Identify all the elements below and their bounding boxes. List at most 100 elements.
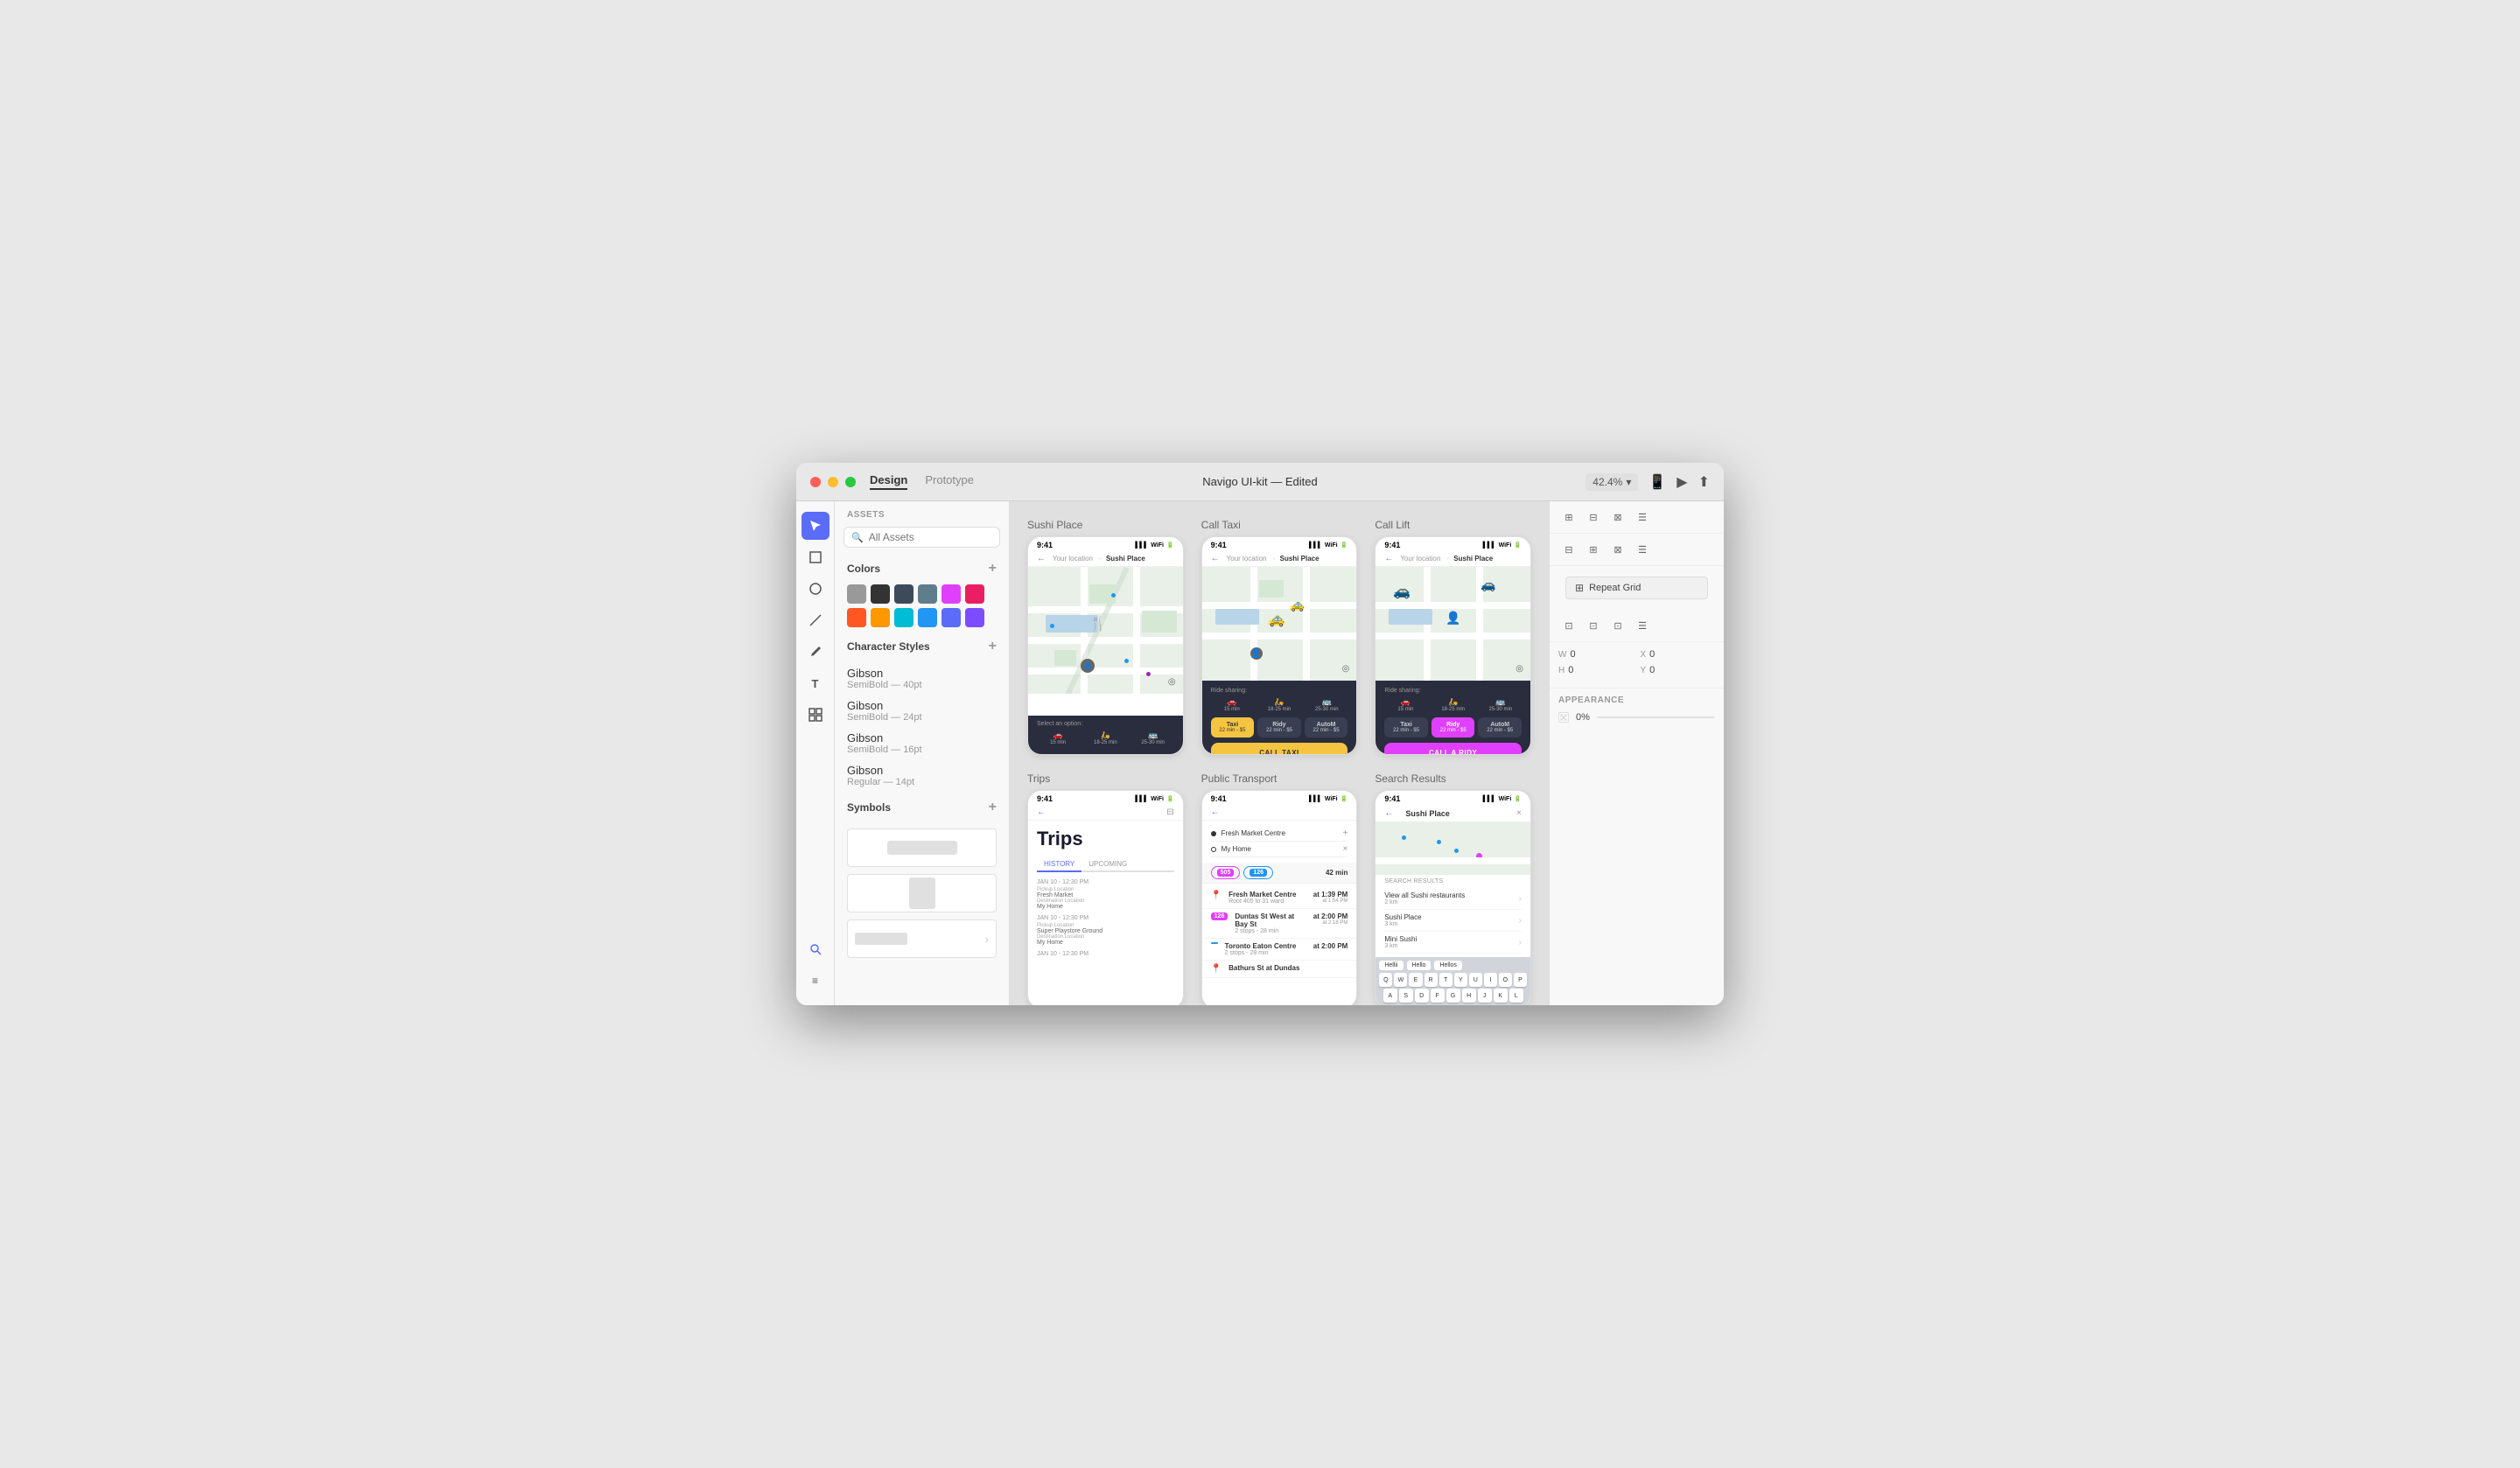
align-left-btn[interactable]: ⊞ <box>1558 507 1579 528</box>
opacity-slider[interactable] <box>1597 717 1715 718</box>
pt-to-clear[interactable]: × <box>1342 844 1348 854</box>
lift-time-car[interactable]: 🚗 15 min <box>1384 697 1426 712</box>
tool-component[interactable] <box>802 701 830 729</box>
key-g[interactable]: G <box>1446 989 1460 1003</box>
lift-time-moto[interactable]: 🛵 18-25 min <box>1432 697 1474 712</box>
color-swatch-bluegray[interactable] <box>918 584 937 604</box>
time-opt-moto[interactable]: 🛵 18-25 min <box>1084 731 1126 745</box>
close-btn[interactable] <box>810 477 821 487</box>
lift-time-bus[interactable]: 🚌 25-30 min <box>1480 697 1522 712</box>
device-icon[interactable]: 📱 <box>1648 473 1666 491</box>
key-q[interactable]: Q <box>1379 973 1392 987</box>
tab-upcoming[interactable]: UPCOMING <box>1082 857 1134 870</box>
duplicate-btn[interactable]: ⊡ <box>1607 615 1628 636</box>
char-style-14[interactable]: Gibson Regular — 14pt <box>835 759 1009 792</box>
gps-icon[interactable]: ◎ <box>1168 677 1176 687</box>
paste-btn[interactable]: ⊡ <box>1583 615 1604 636</box>
call-taxi-btn[interactable]: CALL TAXI <box>1211 743 1348 755</box>
char-style-16[interactable]: Gibson SemiBold — 16pt <box>835 727 1009 759</box>
taxi-time-car[interactable]: 🚗 15 min <box>1211 697 1253 712</box>
key-e[interactable]: E <box>1409 973 1422 987</box>
copy-btn[interactable]: ⊡ <box>1558 615 1579 636</box>
zoom-control[interactable]: 42.4% ▾ <box>1586 473 1638 491</box>
lift-option-taxi[interactable]: Taxi 22 min - $5 <box>1384 717 1428 737</box>
taxi-time-moto[interactable]: 🛵 18-25 min <box>1258 697 1300 712</box>
tab-history[interactable]: HISTORY <box>1037 857 1082 872</box>
taxi-time-bus[interactable]: 🚌 25-30 min <box>1306 697 1348 712</box>
share-icon[interactable]: ⬆ <box>1698 473 1710 491</box>
back-btn-trips[interactable]: ← <box>1037 807 1046 817</box>
tool-arrow[interactable] <box>802 512 830 540</box>
back-btn-lift[interactable]: ← <box>1384 554 1393 563</box>
char-style-24[interactable]: Gibson SemiBold — 24pt <box>835 695 1009 727</box>
key-t[interactable]: T <box>1439 973 1452 987</box>
sr-result-1[interactable]: View all Sushi restaurants 2 km › <box>1384 888 1522 910</box>
tool-pen[interactable] <box>802 638 830 666</box>
align-right-btn[interactable]: ⊠ <box>1607 507 1628 528</box>
filter-icon[interactable]: ⊟ <box>1166 807 1173 817</box>
key-h[interactable]: H <box>1462 989 1476 1003</box>
time-opt-bus[interactable]: 🚌 25-30 min <box>1131 731 1173 745</box>
color-swatch-amber[interactable] <box>871 608 890 627</box>
color-swatch-purple[interactable] <box>942 584 961 604</box>
tool-rectangle[interactable] <box>802 543 830 571</box>
repeat-grid-btn[interactable]: ⊞ Repeat Grid <box>1565 577 1708 599</box>
prop-h-value[interactable]: 0 <box>1568 665 1573 675</box>
pt-from-clear[interactable]: + <box>1342 828 1348 838</box>
call-ridy-btn[interactable]: CALL A RIDY <box>1384 743 1522 755</box>
gps-icon-taxi[interactable]: ◎ <box>1342 664 1350 674</box>
add-color-btn[interactable]: + <box>989 562 997 576</box>
key-k[interactable]: K <box>1494 989 1508 1003</box>
key-i[interactable]: I <box>1484 973 1497 987</box>
tool-search[interactable] <box>802 935 830 963</box>
prop-w-value[interactable]: 0 <box>1570 649 1575 660</box>
add-symbol-btn[interactable]: + <box>989 800 997 814</box>
key-d[interactable]: D <box>1415 989 1429 1003</box>
sr-suggest-1[interactable]: Hellii <box>1379 961 1403 970</box>
color-swatch-pink[interactable] <box>965 584 984 604</box>
color-swatch-gray[interactable] <box>847 584 866 604</box>
tool-layers[interactable]: ≡ <box>802 967 830 995</box>
minimize-btn[interactable] <box>828 477 838 487</box>
dist-v-btn[interactable]: ⊞ <box>1583 539 1604 560</box>
color-swatch-cyan[interactable] <box>894 608 914 627</box>
tool-ellipse[interactable] <box>802 575 830 603</box>
add-char-style-btn[interactable]: + <box>989 640 997 654</box>
ride-option-autom[interactable]: AutoM 22 min - $5 <box>1305 717 1348 737</box>
color-swatch-orange[interactable] <box>847 608 866 627</box>
sr-result-2[interactable]: Sushi Place 3 km › <box>1384 910 1522 932</box>
assets-search[interactable]: 🔍 ▾ <box>844 527 1000 548</box>
back-btn-sr[interactable]: ← <box>1384 808 1393 818</box>
tool-text[interactable]: T <box>802 669 830 697</box>
dist-both-btn[interactable]: ⊠ <box>1607 539 1628 560</box>
opacity-value[interactable]: 0% <box>1576 712 1590 723</box>
gps-icon-lift[interactable]: ◎ <box>1516 664 1523 674</box>
key-y[interactable]: Y <box>1454 973 1467 987</box>
sr-suggest-2[interactable]: Hello <box>1407 961 1432 970</box>
key-o[interactable]: O <box>1499 973 1512 987</box>
opacity-checkbox[interactable] <box>1558 712 1569 723</box>
ride-option-ridy[interactable]: Ridy 22 min - $5 <box>1257 717 1301 737</box>
back-btn-taxi[interactable]: ← <box>1211 554 1220 563</box>
dist-h-btn[interactable]: ⊟ <box>1558 539 1579 560</box>
prop-y-value[interactable]: 0 <box>1649 665 1655 675</box>
lift-option-ridy[interactable]: Ridy 22 min - $5 <box>1432 717 1475 737</box>
back-btn-pt[interactable]: ← <box>1211 807 1220 817</box>
key-u[interactable]: U <box>1469 973 1482 987</box>
key-s[interactable]: S <box>1399 989 1413 1003</box>
tab-design[interactable]: Design <box>870 473 907 490</box>
tab-prototype[interactable]: Prototype <box>925 473 974 490</box>
key-l[interactable]: L <box>1509 989 1523 1003</box>
group-btn[interactable]: ☰ <box>1632 615 1653 636</box>
play-icon[interactable]: ▶ <box>1676 473 1687 491</box>
color-swatch-deepviolet[interactable] <box>965 608 984 627</box>
color-swatch-slate[interactable] <box>894 584 914 604</box>
color-swatch-dark[interactable] <box>871 584 890 604</box>
key-j[interactable]: J <box>1478 989 1492 1003</box>
align-center-h-btn[interactable]: ⊟ <box>1583 507 1604 528</box>
color-swatch-indigo[interactable] <box>942 608 961 627</box>
dist-equal-btn[interactable]: ☰ <box>1632 539 1653 560</box>
char-style-40[interactable]: Gibson SemiBold — 40pt <box>835 662 1009 695</box>
prop-x-value[interactable]: 0 <box>1649 649 1655 660</box>
key-r[interactable]: R <box>1424 973 1438 987</box>
